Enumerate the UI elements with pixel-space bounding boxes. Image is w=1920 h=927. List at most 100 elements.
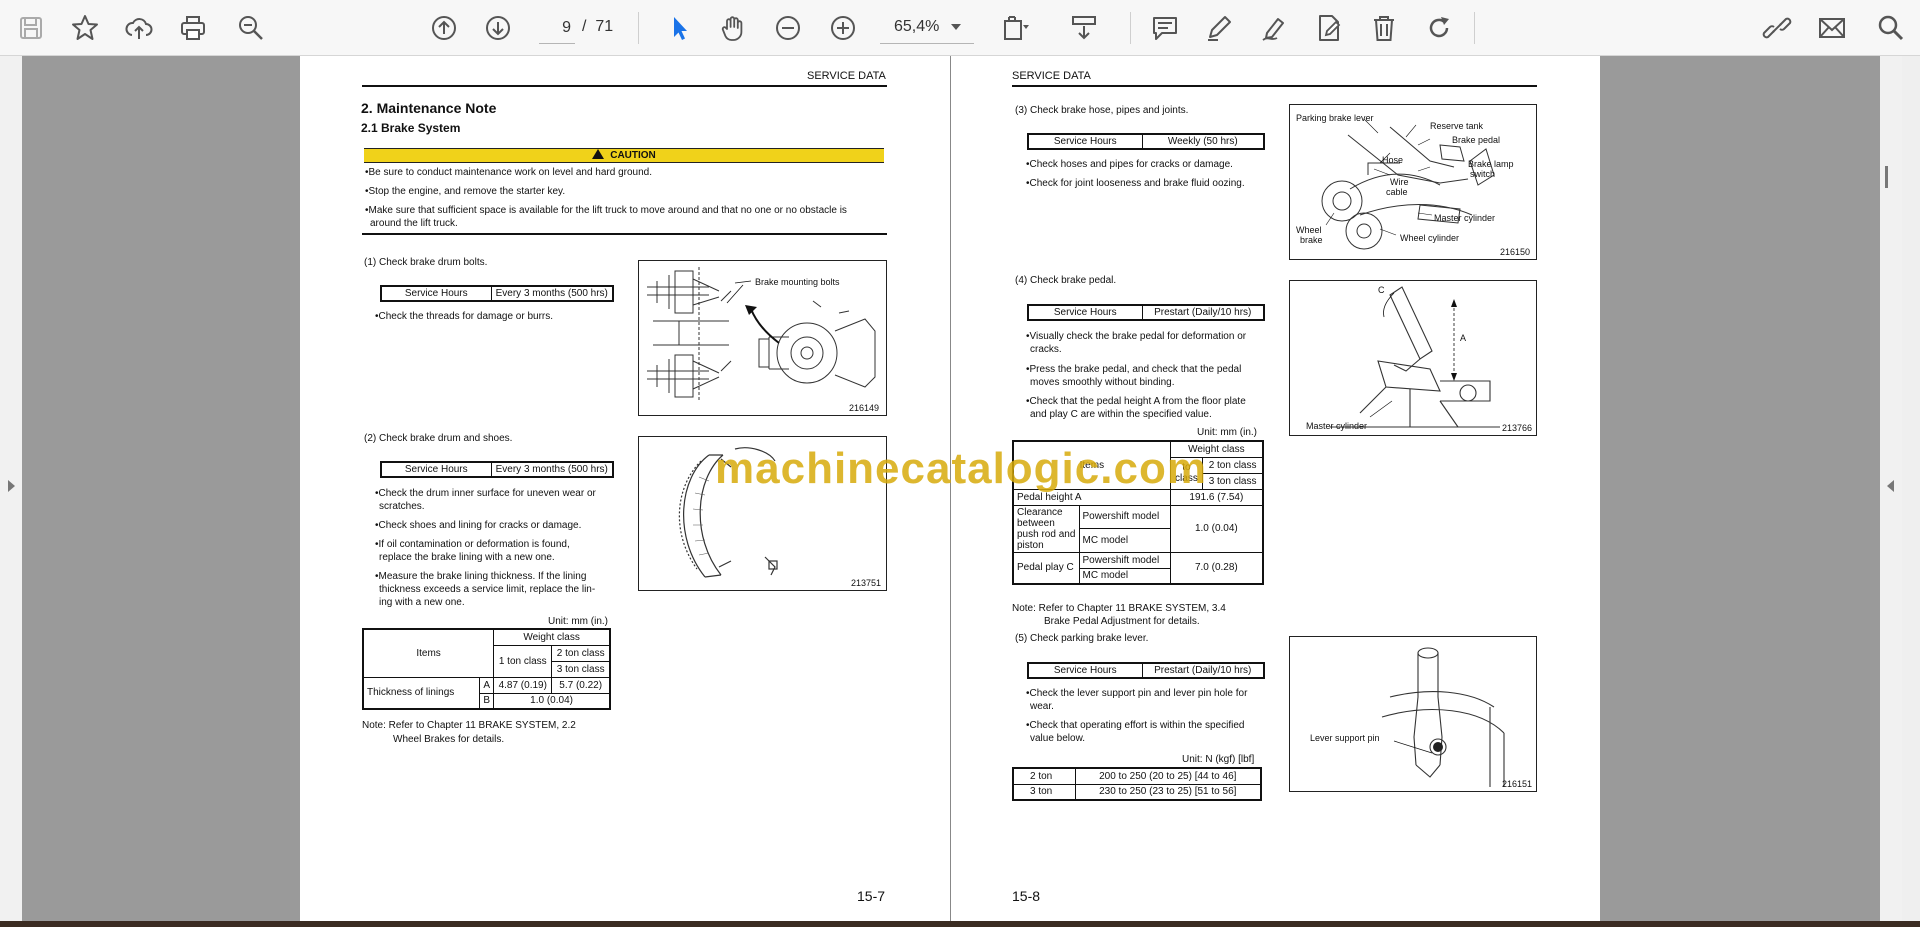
chevron-down-icon[interactable] [949, 20, 963, 34]
previous-page-icon[interactable] [425, 9, 463, 47]
bullet: value below. [1030, 733, 1086, 744]
model-label: Powershift model [1078, 504, 1171, 529]
header-rule [1012, 85, 1537, 87]
highlight-pen-icon[interactable] [1200, 9, 1238, 47]
scroll-mode-icon[interactable] [1065, 9, 1103, 47]
cell: 1.0 (0.04) [493, 692, 611, 710]
figure-label: Wheel cylinder [1400, 233, 1460, 243]
bullet: thickness exceeds a service limit, repla… [379, 584, 596, 595]
caution-item: around the lift truck. [370, 218, 458, 229]
class-header: 2 ton class [1202, 456, 1264, 474]
note: Note: Refer to Chapter 11 BRAKE SYSTEM, … [362, 720, 576, 731]
note: Note: Refer to Chapter 11 BRAKE SYSTEM, … [1012, 603, 1226, 614]
search-icon[interactable] [1872, 9, 1910, 47]
edit-document-icon[interactable] [1310, 9, 1348, 47]
figure-brake-system-overview: Parking brake lever Reserve tank Brake p… [1289, 104, 1537, 260]
bullet: •Check hoses and pipes for cracks or dam… [1026, 159, 1233, 170]
figure-number: 216151 [1502, 779, 1533, 789]
cell: 1.0 (0.04) [1169, 504, 1264, 553]
next-page-icon[interactable] [479, 9, 517, 47]
page-fit-icon[interactable] [997, 9, 1035, 47]
vertical-scrollbar[interactable] [1902, 56, 1920, 921]
watermark: machinecatalogic.com [715, 444, 1207, 493]
select-cursor-icon[interactable] [660, 9, 698, 47]
item-title: (4) Check brake pedal. [1015, 275, 1117, 286]
item-title: (5) Check parking brake lever. [1015, 633, 1149, 644]
bullet: •Check shoes and lining for cracks or da… [375, 520, 582, 531]
service-hours-value: Prestart (Daily/10 hrs) [1141, 304, 1265, 321]
bullet: •If oil contamination or deformation is … [375, 539, 570, 550]
page-separator: / [582, 18, 587, 35]
bullet: •Check the lever support pin and lever p… [1026, 688, 1248, 699]
zoom-search-icon[interactable] [232, 9, 270, 47]
class-header: 1 ton class [493, 644, 553, 678]
redo-icon[interactable] [1420, 9, 1458, 47]
caution-item: •Be sure to conduct maintenance work on … [365, 167, 653, 178]
sign-pen-icon[interactable] [1255, 9, 1293, 47]
figure-label: Master cylinder [1434, 213, 1496, 223]
cloud-upload-icon[interactable] [120, 9, 158, 47]
row-label: Clearance between push rod and piston [1012, 504, 1080, 553]
page-number: 15-7 [857, 888, 886, 904]
bookmark-star-icon[interactable] [66, 9, 104, 47]
figure-label: C [1378, 285, 1385, 295]
expand-left-panel-icon[interactable] [6, 479, 16, 493]
zoom-in-icon[interactable] [824, 9, 862, 47]
caution-item: •Make sure that sufficient space is avai… [365, 205, 847, 216]
figure-label: Brake lamp [1468, 159, 1514, 169]
row-key: B [479, 692, 495, 710]
right-panel-toggle[interactable] [1880, 56, 1902, 921]
row-label: Thickness of linings [362, 676, 481, 710]
hand-pan-icon[interactable] [714, 9, 752, 47]
mail-icon[interactable] [1813, 9, 1851, 47]
share-link-icon[interactable] [1758, 9, 1796, 47]
figure-label: brake [1300, 235, 1323, 245]
trash-icon[interactable] [1365, 9, 1403, 47]
bullet: scratches. [379, 501, 425, 512]
left-panel-toggle[interactable] [0, 56, 22, 921]
figure-label: Wheel [1296, 225, 1322, 235]
service-hours-table: Service Hours Prestart (Daily/10 hrs) [1027, 304, 1265, 321]
service-hours-table: Service Hours Weekly (50 hrs) [1027, 133, 1265, 150]
figure-label: Hose [1382, 155, 1404, 165]
service-hours-label: Service Hours [1027, 662, 1143, 679]
bullet: •Check that the pedal height A from the … [1026, 396, 1246, 407]
vertical-scrollbar-thumb[interactable] [1885, 166, 1888, 188]
bullet: •Check that operating effort is within t… [1026, 720, 1245, 731]
service-hours-label: Service Hours [1027, 133, 1143, 150]
note: Brake Pedal Adjustment for details. [1044, 616, 1200, 627]
expand-right-panel-icon[interactable] [1886, 479, 1896, 493]
service-hours-value: Every 3 months (500 hrs) [490, 461, 614, 478]
header-rule [362, 85, 887, 87]
save-icon[interactable] [12, 9, 50, 47]
figure-number: 216150 [1500, 247, 1531, 257]
page-number-input[interactable] [539, 12, 575, 44]
bullet: and play C are within the specified valu… [1030, 409, 1212, 420]
comment-icon[interactable] [1146, 9, 1184, 47]
table-unit: Unit: N (kgf) [lbf] [1182, 754, 1255, 765]
bullet: •Check the drum inner surface for uneven… [375, 488, 596, 499]
figure-label: cable [1386, 187, 1408, 197]
figure-label: switch [1470, 169, 1496, 179]
caution-item: •Stop the engine, and remove the starter… [365, 186, 566, 197]
zoom-out-icon[interactable] [769, 9, 807, 47]
bullet: •Check for joint looseness and brake flu… [1026, 178, 1245, 189]
figure-label: A [1460, 333, 1467, 343]
weight-class-header: Weight class [493, 628, 611, 646]
print-icon[interactable] [174, 9, 212, 47]
figure-label: Master cylinder [1306, 421, 1368, 431]
figure-label: Wire [1390, 177, 1409, 187]
note: Wheel Brakes for details. [393, 734, 505, 745]
cell: 230 to 250 (23 to 25) [51 to 56] [1074, 783, 1262, 801]
figure-label: Brake mounting bolts [755, 277, 840, 287]
cell: 200 to 250 (20 to 25) [44 to 46] [1074, 767, 1262, 785]
figure-number: 216149 [849, 403, 880, 413]
warning-icon [592, 149, 605, 159]
figure-label: Lever support pin [1310, 733, 1380, 743]
zoom-level: 65,4% [894, 18, 940, 35]
bullet: •Press the brake pedal, and check that t… [1026, 364, 1242, 375]
bullet: cracks. [1030, 344, 1062, 355]
item-title: (1) Check brake drum bolts. [364, 257, 488, 268]
row-label: 2 ton [1012, 767, 1076, 785]
figure-number: 213766 [1502, 423, 1533, 433]
